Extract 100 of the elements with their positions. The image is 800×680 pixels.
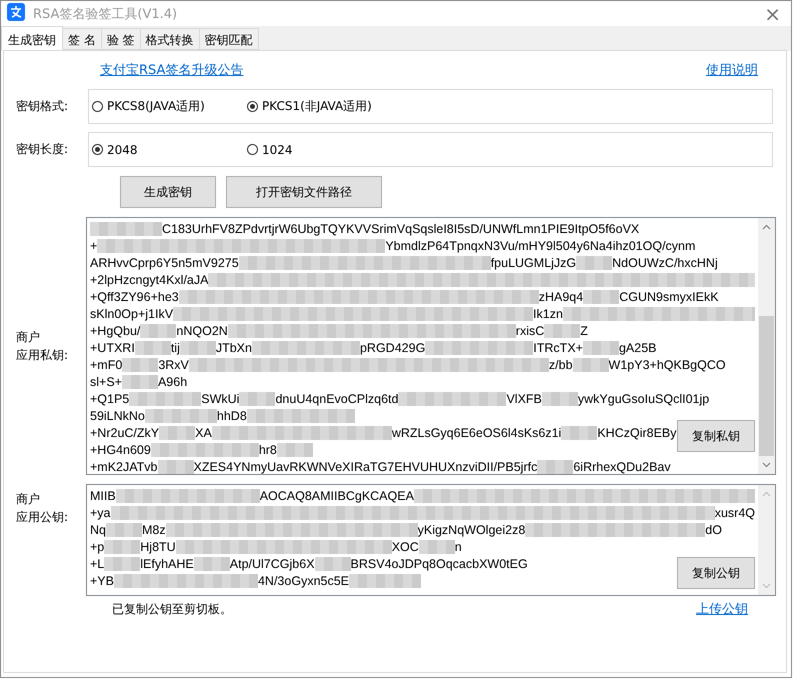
- radio-option[interactable]: PKCS1(非JAVA适用): [247, 98, 402, 115]
- tab[interactable]: 验 签: [100, 28, 141, 50]
- blurred-text: [356, 426, 392, 440]
- copy-public-key-button[interactable]: 复制公钥: [677, 557, 755, 589]
- key-text: Z: [580, 324, 588, 338]
- key-text: +HgQbu/: [90, 324, 140, 338]
- radio-icon[interactable]: [247, 101, 258, 112]
- blurred-text: [561, 426, 598, 440]
- blurred-text: [444, 324, 480, 338]
- blurred-text: [320, 426, 356, 440]
- key-text: MIIB: [90, 488, 116, 502]
- blurred-text: [633, 522, 670, 536]
- app-logo-icon: [7, 3, 25, 24]
- key-text: fpuLUGMLjJzG: [490, 256, 576, 270]
- radio-option[interactable]: 1024: [247, 142, 402, 156]
- blurred-text: [212, 426, 248, 440]
- blurred-text: [239, 392, 276, 406]
- blurred-text: [104, 540, 140, 554]
- blurred-text: [398, 392, 434, 406]
- blurred-text: [277, 238, 314, 252]
- notice-link[interactable]: 支付宝RSA签名升级公告: [100, 61, 244, 79]
- blurred-text: [274, 522, 310, 536]
- action-button[interactable]: 打开密钥文件路径: [226, 176, 382, 208]
- private-key-field[interactable]: [86, 217, 776, 475]
- blurred-text: [152, 488, 188, 502]
- blurred-text: [322, 290, 359, 304]
- blurred-text: [180, 340, 216, 354]
- key-text: 4N/3oGyxn5c5E: [258, 574, 350, 588]
- blurred-text: [394, 290, 431, 304]
- blurred-text: [314, 556, 351, 570]
- key-text: +Nr2uC/ZkY: [90, 426, 160, 440]
- blurred-text: [313, 238, 350, 252]
- key-text: NdOUWzC/hxcHNj: [612, 256, 718, 270]
- key-text: Ik1zn: [533, 306, 563, 320]
- radio-icon[interactable]: [92, 101, 103, 112]
- key-length-label: 密钥长度:: [15, 141, 70, 158]
- copy-private-key-button[interactable]: 复制私钥: [677, 420, 755, 452]
- blurred-text: [434, 392, 470, 406]
- blurred-text: [246, 408, 283, 422]
- blurred-text: [349, 238, 386, 252]
- key-text: gA25B: [618, 340, 656, 354]
- upload-public-key-link[interactable]: 上传公钥: [696, 600, 748, 618]
- key-text: pRGD429G: [360, 340, 426, 354]
- blurred-text: [454, 256, 491, 270]
- blurred-text: [129, 392, 166, 406]
- blurred-text: [349, 574, 386, 588]
- blurred-text: [385, 574, 422, 588]
- key-text: VlXFB: [506, 392, 542, 406]
- blurred-text: [332, 358, 369, 372]
- blurred-text: [140, 324, 176, 338]
- tab[interactable]: 签 名: [62, 28, 102, 50]
- key-text: A96h: [158, 374, 188, 388]
- key-text: Nq: [90, 522, 106, 536]
- radio-option[interactable]: PKCS8(JAVA适用): [92, 98, 247, 115]
- scroll-up-icon[interactable]: [762, 224, 771, 230]
- help-link[interactable]: 使用说明: [706, 61, 758, 79]
- scroll-down-icon[interactable]: [762, 462, 771, 468]
- blurred-text: [425, 306, 462, 320]
- key-text: KHCzQir8EBy: [597, 426, 677, 440]
- private-key-label: 商户 应用私钥:: [15, 329, 70, 364]
- key-text: rxisC: [516, 324, 544, 338]
- blurred-text: [572, 358, 609, 372]
- key-text: +p: [90, 540, 104, 554]
- radio-icon[interactable]: [92, 144, 103, 155]
- radio-option[interactable]: 2048: [92, 142, 247, 156]
- blurred-text: [180, 408, 217, 422]
- tab[interactable]: 密钥匹配: [198, 28, 259, 50]
- blurred-text: [169, 238, 206, 252]
- blurred-text: [245, 306, 282, 320]
- blurred-text: [228, 324, 264, 338]
- blurred-text: [597, 522, 634, 536]
- radio-icon[interactable]: [247, 144, 258, 155]
- blurred-text: [133, 238, 170, 252]
- blurred-text: [310, 522, 346, 536]
- key-text: sl+S+: [90, 374, 122, 388]
- blurred-text: [582, 340, 619, 354]
- blurred-text: [561, 522, 598, 536]
- blurred-text: [194, 556, 230, 570]
- blurred-text: [116, 488, 152, 502]
- key-text: XZES4YNmyUavRKWNVeXIRaTG7EHVUHUXnzviDII/PB5jrfc: [194, 460, 538, 474]
- blurred-text: [284, 540, 320, 554]
- blurred-text: [222, 574, 258, 588]
- blurred-text: [418, 256, 455, 270]
- blurred-text: [134, 340, 171, 354]
- key-text: 6iRrhexQDu2Bav: [573, 460, 671, 474]
- tab[interactable]: 生成密钥: [1, 26, 63, 51]
- blurred-text: [126, 222, 162, 236]
- blurred-text: [238, 256, 275, 270]
- tab[interactable]: 格式转换: [140, 28, 200, 50]
- blurred-text: [188, 488, 224, 502]
- key-text: zHA9q4: [538, 290, 584, 304]
- public-key-field[interactable]: MIIB AOCAQ8AMIIBCgKCAQEA +ya xusr4Q Nq M8z yKigzNqWOlgei2z8 dO +p Hj8TU XOC n +L lEfyhAHE Atp/Ul7CGjb6X BRSV4oJDPq8OqcacbXW0tEG +YB 4N/3oGyxn5c5E 复制公钥: [86, 484, 776, 596]
- action-button[interactable]: 生成密钥: [120, 176, 216, 208]
- close-button[interactable]: ×: [760, 2, 785, 26]
- blurred-text: [202, 522, 238, 536]
- blurred-text: [346, 256, 383, 270]
- key-text: dO: [705, 522, 722, 536]
- blurred-text: [669, 522, 706, 536]
- scrollbar[interactable]: [758, 218, 775, 474]
- blurred-text: [281, 306, 318, 320]
